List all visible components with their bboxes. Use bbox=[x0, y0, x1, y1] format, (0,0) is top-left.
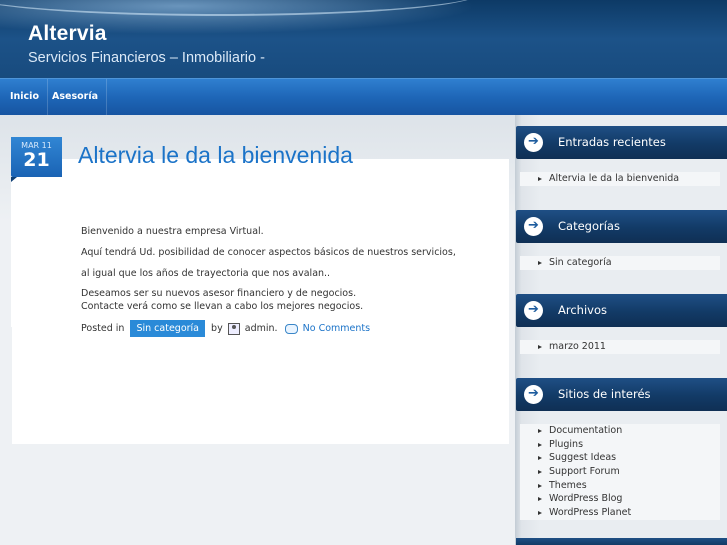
widget-header-recent-posts: ➔ Entradas recientes bbox=[516, 126, 727, 159]
sidebar-link[interactable]: Altervia le da la bienvenida bbox=[520, 172, 720, 186]
nav-item-asesoria[interactable]: Asesoría bbox=[44, 79, 107, 116]
sidebar-link[interactable]: Sin categoría bbox=[520, 256, 720, 270]
widget-title: Archivos bbox=[558, 303, 607, 317]
site-title[interactable]: Altervia bbox=[28, 22, 107, 46]
arrow-right-icon: ➔ bbox=[524, 301, 543, 320]
sidebar-footer-strip bbox=[516, 538, 727, 545]
post-paragraph: Deseamos ser su nuevos asesor financiero… bbox=[81, 288, 357, 299]
sidebar-link[interactable]: marzo 2011 bbox=[520, 340, 720, 354]
sidebar-link[interactable]: Suggest Ideas bbox=[520, 451, 720, 465]
comments-link[interactable]: No Comments bbox=[303, 323, 370, 334]
site-description: Servicios Financieros – Inmobiliario - bbox=[28, 50, 265, 66]
post-paragraph: al igual que los años de trayectoria que… bbox=[81, 268, 331, 279]
arrow-right-icon: ➔ bbox=[524, 133, 543, 152]
sidebar-link[interactable]: WordPress Planet bbox=[520, 506, 720, 520]
sidebar-link[interactable]: Documentation bbox=[520, 424, 720, 438]
widget-title: Categorías bbox=[558, 219, 620, 233]
post-paragraph: Bienvenido a nuestra empresa Virtual. bbox=[81, 226, 264, 237]
arrow-right-icon: ➔ bbox=[524, 217, 543, 236]
post-date-badge: MAR 11 21 bbox=[11, 137, 62, 177]
user-icon bbox=[227, 322, 240, 335]
widget-title: Sitios de interés bbox=[558, 387, 651, 401]
post-meta: Posted in Sin categoría by admin. No Com… bbox=[81, 320, 370, 339]
sidebar-link[interactable]: Plugins bbox=[520, 438, 720, 452]
sidebar-link[interactable]: Themes bbox=[520, 479, 720, 493]
sidebar-link[interactable]: WordPress Blog bbox=[520, 492, 720, 506]
nav-item-inicio[interactable]: Inicio bbox=[2, 79, 48, 116]
by-label: by bbox=[211, 323, 223, 334]
widget-header-links: ➔ Sitios de interés bbox=[516, 378, 727, 411]
widget-body-archives: marzo 2011 bbox=[520, 340, 720, 354]
site-header: Altervia Servicios Financieros – Inmobil… bbox=[0, 0, 727, 78]
header-decoration bbox=[0, 0, 480, 16]
posted-in-label: Posted in bbox=[81, 323, 125, 334]
widget-body-categories: Sin categoría bbox=[520, 256, 720, 270]
widget-title: Entradas recientes bbox=[558, 135, 666, 149]
comment-icon bbox=[284, 323, 298, 334]
post-paragraph: Aquí tendrá Ud. posibilidad de conocer a… bbox=[81, 247, 456, 258]
widget-body-links: Documentation Plugins Suggest Ideas Supp… bbox=[520, 424, 720, 520]
post-paragraph: Contacte verá como se llevan a cabo los … bbox=[81, 301, 364, 312]
date-badge-fold bbox=[11, 177, 17, 182]
widget-header-archives: ➔ Archivos bbox=[516, 294, 727, 327]
arrow-right-icon: ➔ bbox=[524, 385, 543, 404]
main-nav: Inicio Asesoría bbox=[0, 78, 727, 116]
sidebar-link[interactable]: Support Forum bbox=[520, 465, 720, 479]
post-date-day: 21 bbox=[23, 149, 50, 171]
widget-header-categories: ➔ Categorías bbox=[516, 210, 727, 243]
post-title[interactable]: Altervia le da la bienvenida bbox=[78, 142, 353, 169]
author-name: admin. bbox=[244, 323, 278, 334]
widget-body-recent-posts: Altervia le da la bienvenida bbox=[520, 172, 720, 186]
category-link[interactable]: Sin categoría bbox=[130, 320, 206, 337]
